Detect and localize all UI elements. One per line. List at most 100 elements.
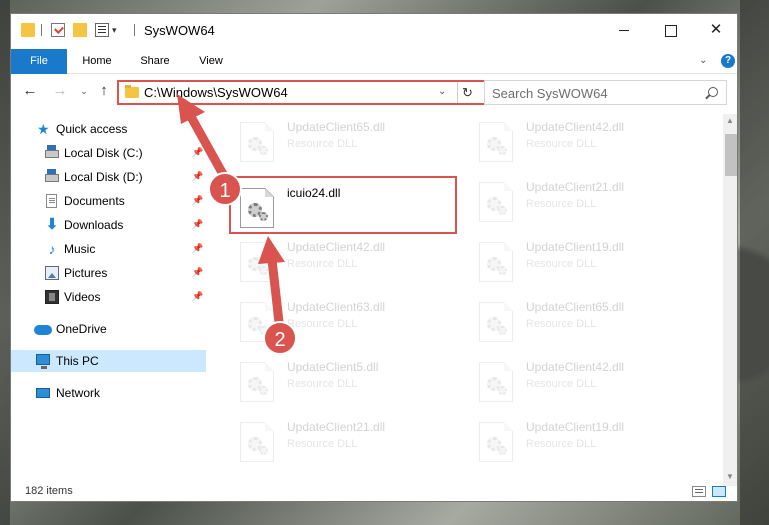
documents-icon	[46, 194, 57, 208]
pin-icon[interactable]: 📌	[192, 291, 203, 302]
sidebar-item-label: Local Disk (C:)	[64, 146, 143, 160]
sidebar-item-label: Documents	[64, 194, 125, 208]
search-input[interactable]: Search SysWOW64	[484, 80, 727, 105]
step-2-badge: 2	[263, 321, 297, 355]
sidebar-item-quick-access[interactable]: ★ Quick access	[11, 118, 206, 140]
search-icon[interactable]	[708, 87, 718, 97]
list-item[interactable]: UpdateClient21.dll Resource DLL	[226, 412, 456, 466]
help-icon[interactable]: ?	[721, 54, 735, 68]
list-item[interactable]: UpdateClient21.dll Resource DLL	[465, 172, 695, 226]
list-item[interactable]: UpdateClient42.dll Resource DLL	[465, 352, 695, 406]
pin-icon[interactable]: 📌	[192, 267, 203, 278]
list-item[interactable]: UpdateClient42.dll Resource DLL	[465, 112, 695, 166]
address-dropdown-icon[interactable]: ⌄	[438, 86, 446, 97]
tab-share[interactable]: Share	[135, 49, 175, 74]
list-item[interactable]: UpdateClient63.dll Resource DLL	[226, 292, 456, 346]
tab-view[interactable]: View	[194, 49, 228, 74]
sidebar-item-onedrive[interactable]: OneDrive	[11, 318, 206, 340]
list-item[interactable]: UpdateClient5.dll Resource DLL	[226, 352, 456, 406]
minimize-button[interactable]	[601, 14, 647, 46]
pin-icon[interactable]: 📌	[192, 171, 203, 182]
sidebar-item-label: This PC	[56, 354, 99, 368]
ribbon-tabs: File Home Share View ⌄ ?	[11, 49, 737, 74]
folder-icon	[21, 23, 35, 37]
vertical-scrollbar[interactable]: ▲ ▼	[723, 114, 737, 486]
customize-icon[interactable]	[95, 23, 109, 37]
address-bar[interactable]: C:\Windows\SysWOW64 ⌄ ↻	[117, 80, 499, 105]
list-item[interactable]: UpdateClient65.dll Resource DLL	[226, 112, 456, 166]
explorer-window: ▾ SysWOW64 ✕ File Home Share View ⌄ ? ← …	[10, 13, 738, 502]
sidebar-item-local-disk-d[interactable]: Local Disk (D:) 📌	[11, 166, 206, 188]
file-name: UpdateClient19.dll	[526, 240, 625, 254]
file-name: UpdateClient65.dll	[526, 300, 625, 314]
sidebar-item-label: Local Disk (D:)	[64, 170, 143, 184]
dll-file-icon	[479, 122, 513, 162]
recent-locations-icon[interactable]: ⌄	[76, 83, 92, 99]
details-view-icon[interactable]	[692, 486, 706, 497]
divider	[134, 24, 135, 36]
sidebar-item-label: Downloads	[64, 218, 124, 232]
dll-file-icon	[240, 122, 274, 162]
sidebar-item-label: Music	[64, 242, 96, 256]
music-icon: ♪	[48, 241, 56, 257]
navigation-pane: ★ Quick access Local Disk (C:) 📌 Local D…	[11, 114, 207, 474]
back-arrow-icon[interactable]: ←	[22, 83, 38, 99]
step-1-badge: 1	[208, 172, 242, 206]
file-type: Resource DLL	[287, 258, 358, 270]
cloud-icon	[34, 325, 52, 335]
file-type: Resource DLL	[526, 378, 597, 390]
star-icon: ★	[37, 121, 50, 137]
dll-file-icon	[479, 422, 513, 462]
pictures-icon	[45, 266, 59, 280]
close-button[interactable]: ✕	[693, 14, 737, 46]
tab-file[interactable]: File	[11, 49, 67, 74]
refresh-icon[interactable]: ↻	[457, 82, 477, 103]
up-arrow-icon[interactable]: ↑	[96, 83, 112, 99]
computer-icon	[36, 354, 50, 369]
scroll-up-icon[interactable]: ▲	[726, 116, 734, 125]
sidebar-item-pictures[interactable]: Pictures 📌	[11, 262, 206, 284]
file-name: UpdateClient42.dll	[526, 120, 625, 134]
large-icons-view-icon[interactable]	[712, 486, 726, 497]
item-count: 182 items	[25, 485, 73, 497]
list-item[interactable]: UpdateClient65.dll Resource DLL	[465, 292, 695, 346]
address-path[interactable]: C:\Windows\SysWOW64	[144, 85, 288, 100]
pin-icon[interactable]: 📌	[192, 147, 203, 158]
list-item[interactable]: UpdateClient19.dll Resource DLL	[465, 412, 695, 466]
tab-home[interactable]: Home	[77, 49, 117, 74]
expand-ribbon-icon[interactable]: ⌄	[699, 55, 707, 66]
scrollbar-thumb[interactable]	[725, 134, 737, 176]
list-item[interactable]: UpdateClient19.dll Resource DLL	[465, 232, 695, 286]
pin-icon[interactable]: 📌	[192, 219, 203, 230]
divider	[41, 24, 42, 36]
pin-icon[interactable]: 📌	[192, 195, 203, 206]
file-type: Resource DLL	[526, 258, 597, 270]
background-desktop-right	[740, 0, 769, 525]
sidebar-item-documents[interactable]: Documents 📌	[11, 190, 206, 212]
sidebar-item-this-pc[interactable]: This PC	[11, 350, 206, 372]
sidebar-item-local-disk-c[interactable]: Local Disk (C:) 📌	[11, 142, 206, 164]
sidebar-item-videos[interactable]: Videos 📌	[11, 286, 206, 308]
sidebar-item-network[interactable]: Network	[11, 382, 206, 404]
sidebar-item-downloads[interactable]: ⬇ Downloads 📌	[11, 214, 206, 236]
network-icon	[36, 388, 50, 398]
file-name: UpdateClient5.dll	[287, 360, 379, 374]
file-type: Resource DLL	[526, 318, 597, 330]
file-name: UpdateClient21.dll	[287, 420, 386, 434]
properties-check-icon[interactable]	[51, 23, 65, 37]
list-item[interactable]: UpdateClient42.dll Resource DLL	[226, 232, 456, 286]
forward-arrow-icon[interactable]: →	[52, 83, 68, 99]
maximize-button[interactable]	[647, 14, 693, 46]
sidebar-item-music[interactable]: ♪ Music 📌	[11, 238, 206, 260]
search-placeholder: Search SysWOW64	[492, 86, 608, 101]
file-type: Resource DLL	[526, 198, 597, 210]
disk-icon	[45, 169, 59, 182]
folder-icon	[125, 85, 139, 98]
file-type: Resource DLL	[526, 138, 597, 150]
file-name: UpdateClient21.dll	[526, 180, 625, 194]
quick-access-dropdown-icon[interactable]: ▾	[112, 25, 117, 36]
pin-icon[interactable]: 📌	[192, 243, 203, 254]
dll-file-icon	[479, 182, 513, 222]
new-folder-icon[interactable]	[73, 23, 87, 37]
file-type: Resource DLL	[287, 318, 358, 330]
